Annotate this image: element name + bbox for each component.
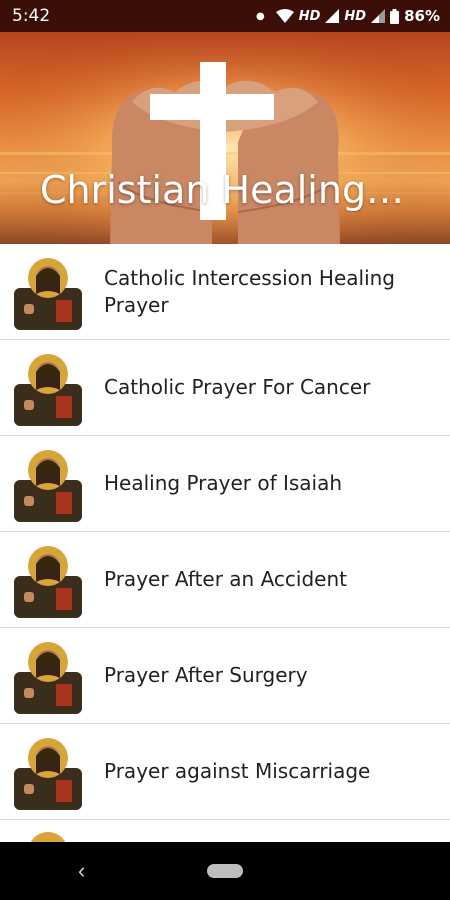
jesus-icon bbox=[14, 545, 82, 618]
home-pill-icon[interactable] bbox=[207, 864, 243, 878]
list-item-label: Catholic Prayer For Cancer bbox=[104, 375, 371, 399]
wifi-icon bbox=[275, 9, 294, 23]
list-item-label: Prayer After Surgery bbox=[104, 663, 308, 687]
jesus-icon bbox=[14, 449, 82, 522]
list-item-label: Prayer After an Accident bbox=[104, 567, 347, 591]
list-item-label: Healing Prayer of Isaiah bbox=[104, 471, 343, 495]
hd-label: HD bbox=[298, 8, 321, 24]
navigation-bar: ‹ bbox=[0, 842, 450, 900]
praying-hands-cross-image bbox=[0, 32, 450, 244]
list-item[interactable]: Prayer After Surgery bbox=[0, 628, 450, 724]
app-title: Christian Healing… bbox=[40, 168, 400, 212]
back-chevron-icon[interactable]: ‹ bbox=[78, 858, 85, 884]
status-icons: ● HD HD 86% bbox=[256, 7, 440, 25]
list-item[interactable]: Healing Prayer of Isaiah bbox=[0, 436, 450, 532]
list-item[interactable]: Prayer against Miscarriage bbox=[0, 724, 450, 820]
status-bar: 5:42 ● HD HD 86% bbox=[0, 0, 450, 32]
prayer-list: Catholic Intercession Healing Prayer Cat… bbox=[0, 244, 450, 850]
list-item-label: Catholic Intercession Healing Prayer bbox=[104, 265, 395, 317]
list-item[interactable]: Catholic Prayer For Cancer bbox=[0, 340, 450, 436]
list-item[interactable]: Prayer After an Accident bbox=[0, 532, 450, 628]
battery-percent: 86% bbox=[404, 7, 440, 25]
list-item-label: Prayer against Miscarriage bbox=[104, 759, 371, 783]
list-item[interactable]: Catholic Intercession Healing Prayer bbox=[0, 244, 450, 340]
notification-dot-icon: ● bbox=[256, 10, 265, 22]
jesus-icon bbox=[14, 353, 82, 426]
jesus-icon bbox=[14, 257, 82, 330]
hd-label-2: HD bbox=[344, 8, 367, 24]
signal-icon bbox=[325, 9, 340, 23]
signal-icon-2 bbox=[371, 9, 386, 23]
battery-icon bbox=[390, 8, 400, 24]
jesus-icon bbox=[14, 641, 82, 714]
status-time: 5:42 bbox=[12, 6, 51, 26]
jesus-icon bbox=[14, 737, 82, 810]
header-banner: Christian Healing… bbox=[0, 32, 450, 244]
